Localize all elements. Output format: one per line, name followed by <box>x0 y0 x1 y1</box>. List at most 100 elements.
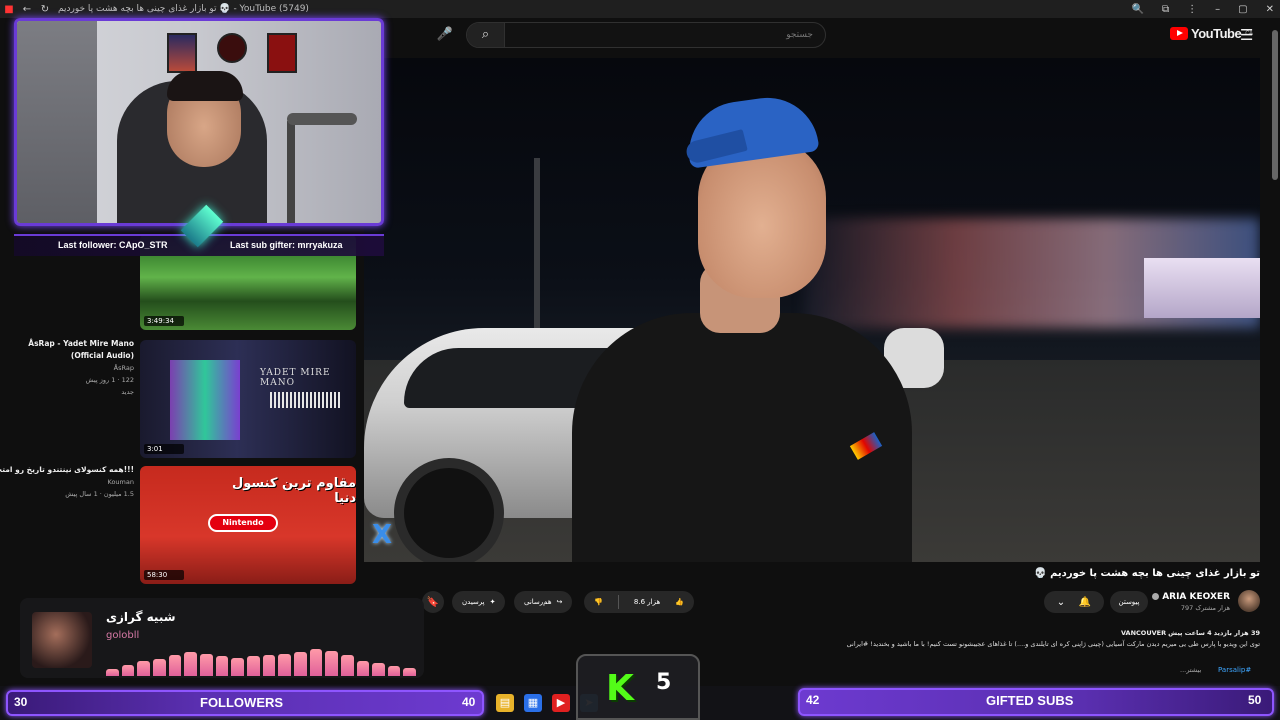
visualizer-bar <box>184 652 197 676</box>
show-more-link[interactable]: ...بیشتر <box>1180 666 1201 674</box>
description-meta: 39 هزار بازدید 4 ساعت پیش VANCOUVER <box>820 628 1260 639</box>
visualizer-bar <box>199 654 213 676</box>
like-separator <box>617 595 619 609</box>
kick-counter: K 5 <box>576 654 700 720</box>
song-title: شبیه گرازی <box>106 610 176 624</box>
back-icon[interactable]: ← <box>18 4 36 15</box>
webcam-poster <box>217 33 247 63</box>
bell-icon: 🔔 <box>1078 596 1092 608</box>
x-overlay-icon: X <box>372 520 393 550</box>
channel-avatar[interactable] <box>1238 590 1260 612</box>
now-playing-widget: شبیه گرازی golobll <box>20 598 424 678</box>
visualizer-bar <box>215 656 229 676</box>
kick-logo: K <box>606 668 634 709</box>
like-dislike-group: 👎 8.6 هزار 👍 <box>584 591 694 613</box>
youtube-app-icon[interactable]: ▶ <box>552 694 570 712</box>
mic-stand <box>287 121 295 223</box>
recommendations-list: 3:49:34 ÅsRap - Yadet Mire Mano (Officia… <box>0 230 360 590</box>
rec-meta: 1.5 میلیون · 1 سال پیش <box>65 490 134 498</box>
rec-channel[interactable]: ÅsRap <box>114 364 134 372</box>
visualizer-bar <box>231 658 244 676</box>
video-description[interactable]: 39 هزار بازدید 4 ساعت پیش VANCOUVER توی … <box>820 628 1260 650</box>
visualizer-bar <box>246 656 260 676</box>
visualizer-bar <box>340 655 354 676</box>
ask-label: پرسیدن <box>462 598 485 606</box>
followers-goal: 40 <box>462 695 476 709</box>
visualizer-bar <box>372 663 385 676</box>
visualizer-bar <box>403 668 417 676</box>
new-badge: جدید <box>121 388 134 396</box>
close-icon[interactable]: ✕ <box>1266 4 1274 15</box>
hashtag-link[interactable]: Parsalip# <box>1218 666 1251 674</box>
folder-icon[interactable]: ▤ <box>496 694 514 712</box>
rec-title-line: (Official Audio) <box>70 351 134 360</box>
like-icon[interactable]: 👍 <box>675 598 684 606</box>
duration-badge: 3:01 <box>144 444 184 454</box>
search-input[interactable] <box>505 23 825 47</box>
rec-title-line: ÅsRap - Yadet Mire Mano <box>28 339 134 348</box>
video-person-body <box>572 313 912 562</box>
subscriber-count: 797 هزار مشترک <box>1180 604 1230 612</box>
search-icon[interactable]: ⌕ <box>467 23 505 47</box>
visualizer-bar <box>152 659 166 676</box>
more-options-icon[interactable]: ⋮ <box>1187 4 1197 15</box>
location-tag: VANCOUVER <box>1120 629 1167 637</box>
save-button[interactable]: 🔖 <box>422 591 444 613</box>
view-count: 39 هزار بازدید <box>1213 629 1260 637</box>
rec-title[interactable]: ÅsRap - Yadet Mire Mano (Official Audio) <box>28 338 134 362</box>
extensions-icon[interactable]: ⧉ <box>1162 4 1169 15</box>
rec-channel[interactable]: Kouman <box>108 478 134 486</box>
webcam-wall <box>17 21 97 223</box>
thumb-text: مقاوم ترین کنسول دنیا <box>231 476 356 506</box>
maximize-icon[interactable]: ▢ <box>1238 4 1247 15</box>
reload-icon[interactable]: ↻ <box>36 4 54 15</box>
thumb-art <box>170 360 240 440</box>
stream-alert-bar: Last follower: CApO_STR Last sub gifter:… <box>14 204 384 256</box>
subs-label: GIFTED SUBS <box>986 693 1074 708</box>
duration-badge: 3:49:34 <box>144 316 184 326</box>
join-button[interactable]: پیوستن <box>1110 591 1148 613</box>
webcam-poster <box>267 33 297 73</box>
share-label: هم‌رسانی <box>524 598 552 606</box>
store-icon[interactable]: ▦ <box>524 694 542 712</box>
youtube-favicon-icon: ■ <box>4 3 14 15</box>
youtube-play-icon <box>1170 27 1188 40</box>
bookmark-icon: 🔖 <box>426 596 440 608</box>
webcam-poster <box>167 33 197 73</box>
visualizer-bar <box>106 669 119 676</box>
ask-button[interactable]: پرسیدن ✦ <box>452 591 506 613</box>
video-thumbnail[interactable]: مقاوم ترین کنسول دنیا Nintendo 58:30 <box>140 466 356 584</box>
waveform-graphic <box>270 392 340 408</box>
minimize-icon[interactable]: – <box>1215 4 1220 15</box>
hamburger-menu-icon[interactable]: ☰ <box>1240 26 1253 44</box>
channel-name[interactable]: ARIA KEOXER <box>1150 592 1230 602</box>
voice-search-icon[interactable]: 🎤 <box>434 24 456 46</box>
visualizer-bar <box>387 666 401 676</box>
channel-row: ARIA KEOXER 797 هزار مشترک پیوستن ⌄ 🔔 👎 … <box>364 588 1260 618</box>
song-artist: golobll <box>106 630 140 641</box>
followers-label: FOLLOWERS <box>200 695 284 710</box>
page-scrollbar[interactable] <box>1272 30 1278 180</box>
last-sub-gifter: Last sub gifter: mrryakuza <box>230 240 343 250</box>
subscribed-bell-button[interactable]: ⌄ 🔔 <box>1044 591 1104 613</box>
duration-badge: 58:30 <box>144 570 184 580</box>
audio-visualizer <box>106 648 417 676</box>
channel-name-text: ARIA KEOXER <box>1162 592 1230 602</box>
like-count[interactable]: 8.6 هزار <box>634 598 660 606</box>
sparkle-icon: ✦ <box>489 598 496 606</box>
visualizer-bar <box>137 661 150 676</box>
window-controls: 🔍 ⧉ ⋮ – ▢ ✕ <box>1132 0 1274 18</box>
followers-goal-bar: 30 FOLLOWERS 40 <box>6 690 484 716</box>
visualizer-bar <box>325 651 338 676</box>
video-thumbnail[interactable]: YADET MIRE MANO 3:01 <box>140 340 356 458</box>
video-title: تو بازار غذای چینی ها بچه هشت پا خوردیم … <box>1034 568 1260 579</box>
visualizer-bar <box>309 649 323 676</box>
visualizer-bar <box>293 652 307 676</box>
zoom-icon[interactable]: 🔍 <box>1132 4 1144 15</box>
subs-goal-bar: 42 GIFTED SUBS 50 <box>798 688 1274 716</box>
visualizer-bar <box>356 661 370 676</box>
rec-title[interactable]: همه کنسولای نینتندو تاریخ رو امتحان کردی… <box>0 464 134 476</box>
dislike-icon[interactable]: 👎 <box>594 598 603 606</box>
share-button[interactable]: هم‌رسانی ↪ <box>514 591 573 613</box>
video-player[interactable]: X <box>364 58 1260 562</box>
